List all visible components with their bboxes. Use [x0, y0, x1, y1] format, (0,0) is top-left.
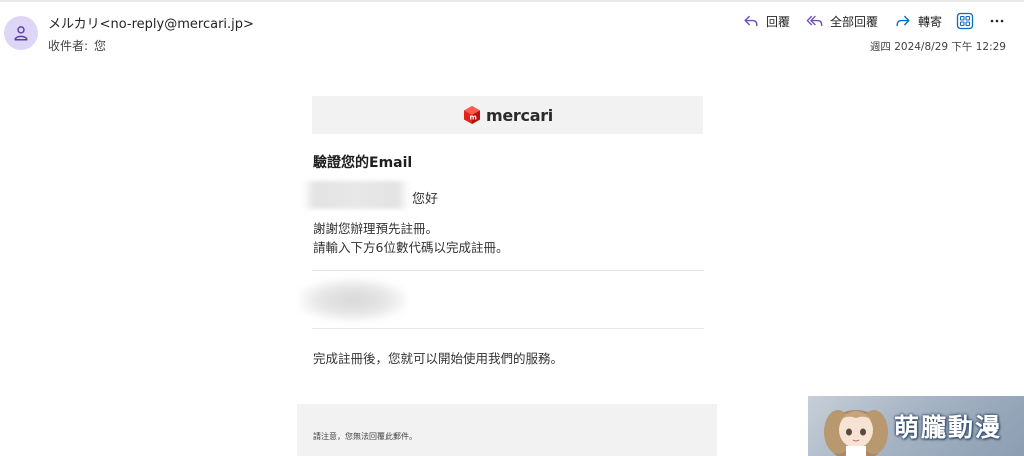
- reply-all-button[interactable]: 全部回覆: [806, 12, 878, 30]
- svg-text:m: m: [470, 114, 477, 122]
- brand-banner: m mercari: [312, 96, 703, 134]
- apps-button[interactable]: [956, 12, 974, 30]
- forward-label: 轉寄: [917, 14, 942, 29]
- reply-button[interactable]: 回覆: [742, 12, 790, 30]
- email-title: 驗證您的Email: [313, 155, 413, 171]
- divider-bottom: [312, 328, 704, 329]
- forward-icon: [896, 15, 910, 27]
- more-options-button[interactable]: [988, 12, 1006, 30]
- received-date: 週四 2024/8/29 下午 12:29: [869, 41, 1006, 53]
- recipient-label: 收件者:: [48, 39, 89, 53]
- email-footer: 請注意，您無法回覆此郵件。: [297, 404, 717, 456]
- reply-all-label: 全部回覆: [829, 14, 878, 29]
- brand-logo-text: mercari: [486, 105, 553, 125]
- reply-all-icon: [806, 15, 823, 27]
- recipient-value: 您: [94, 39, 107, 53]
- top-border: [0, 0, 1024, 2]
- sender-name[interactable]: メルカリ<no-reply@mercari.jp>: [48, 13, 254, 32]
- redacted-verification-code: [300, 279, 406, 321]
- divider-top: [312, 270, 704, 271]
- no-reply-note: 請注意，您無法回覆此郵件。: [313, 432, 417, 441]
- message-actions: 回覆 全部回覆 轉寄: [726, 12, 1006, 30]
- anime-character-illustration: [824, 410, 888, 456]
- mercari-logo-icon: m: [464, 106, 480, 124]
- completion-text: 完成註冊後，您就可以開始使用我們的服務。: [313, 351, 564, 366]
- recipient-line: 收件者: 您: [48, 37, 112, 54]
- redacted-name: [302, 181, 410, 209]
- apps-grid-icon: [956, 12, 974, 30]
- watermark: 萌朧動漫: [808, 396, 1024, 456]
- more-icon: [990, 19, 1004, 23]
- person-icon: [14, 26, 28, 41]
- greeting-text: 您好: [412, 192, 439, 207]
- intro-line-1: 謝謝您辦理預先註冊。: [313, 221, 439, 236]
- reply-label: 回覆: [765, 14, 790, 29]
- forward-button[interactable]: 轉寄: [894, 12, 942, 30]
- intro-paragraph: 謝謝您辦理預先註冊。 請輸入下方6位數代碼以完成註冊。: [313, 219, 508, 257]
- reply-icon: [744, 15, 758, 27]
- intro-line-2: 請輸入下方6位數代碼以完成註冊。: [313, 240, 509, 255]
- watermark-text: 萌朧動漫: [894, 413, 1003, 442]
- sender-avatar[interactable]: [4, 16, 38, 50]
